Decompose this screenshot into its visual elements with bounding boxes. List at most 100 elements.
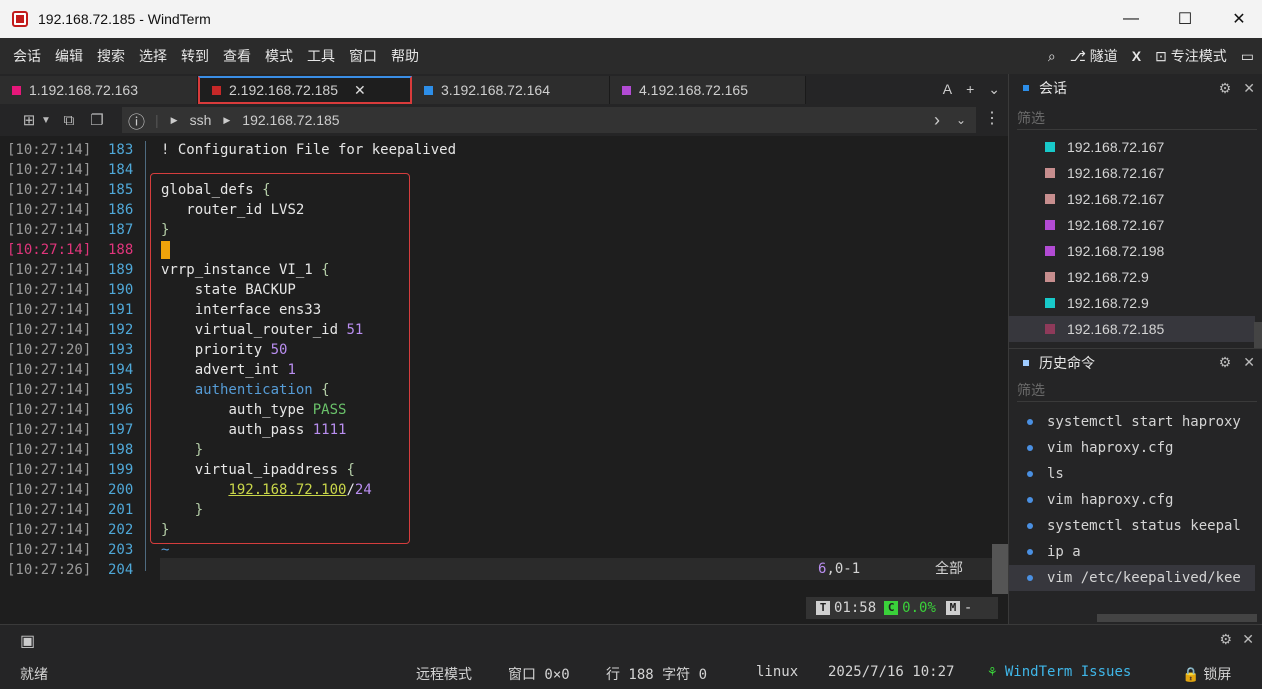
menu-edit[interactable]: 编辑 [48,46,90,66]
session-item[interactable]: 192.168.72.167 [1009,186,1255,212]
search-icon[interactable]: ⌕ [1048,48,1056,65]
history-item[interactable]: systemctl start haproxy [1009,409,1255,435]
time-icon: T [816,601,830,615]
tab-menu-button[interactable]: ⌄ [988,81,1000,98]
layout-icon[interactable]: ▭ [1241,48,1254,65]
menu-search[interactable]: 搜索 [90,46,132,66]
bullet-icon [1027,471,1033,477]
history-command: vim haproxy.cfg [1047,440,1174,456]
session-item[interactable]: 192.168.72.167 [1009,134,1255,160]
gear-icon[interactable]: ⚙ [1219,80,1232,97]
dropdown-icon[interactable]: ▼ [40,110,52,130]
session-color-icon [1045,194,1055,204]
x-button[interactable]: X [1132,48,1141,64]
issues-icon: ⚘ [988,664,997,680]
session-color-icon [1045,246,1055,256]
history-item[interactable]: systemctl status keepal [1009,513,1255,539]
tunnel-icon: ⎇ [1069,48,1086,64]
title-bar: 192.168.72.185 - WindTerm — ☐ ✕ [0,0,1262,38]
address-bar[interactable]: ⓘ | ▶ ssh ▶ 192.168.72.185 › ⌄ [122,107,976,133]
menu-session[interactable]: 会话 [6,46,48,66]
tab-3[interactable]: 3.192.168.72.164 [412,76,610,104]
tab-label: 3.192.168.72.164 [441,82,550,98]
sessions-scrollbar[interactable] [1254,322,1262,348]
history-panel-header: 历史命令 ⚙ ✕ [1009,348,1262,376]
tab-1[interactable]: 1.192.168.72.163 [0,76,198,104]
arrow-icon: ▶ [223,114,231,125]
close-icon[interactable]: ✕ [1242,631,1254,648]
gear-icon[interactable]: ⚙ [1219,354,1232,371]
tab-4[interactable]: 4.192.168.72.165 [610,76,806,104]
session-toolbar: ⊞ ▼ ⧉ ❐ ⓘ | ▶ ssh ▶ 192.168.72.185 › ⌄ ⋮ [0,104,1008,136]
tunnel-button[interactable]: ⎇ 隧道 [1070,46,1118,66]
session-label: 192.168.72.167 [1067,191,1165,207]
vim-cursor-col: ,0-1 [826,561,861,577]
sessions-filter-input[interactable]: 筛选 [1017,106,1257,130]
session-color-icon [1045,272,1055,282]
tab-label: 2.192.168.72.185 [229,82,338,98]
history-filter-input[interactable]: 筛选 [1017,378,1257,402]
history-item[interactable]: vim /etc/keepalived/kee [1009,565,1255,591]
sessions-panel-header: 会话 ⚙ ✕ [1009,74,1262,102]
status-os: linux [756,664,799,680]
session-item[interactable]: 192.168.72.167 [1009,212,1255,238]
tab-label: 1.192.168.72.163 [29,82,138,98]
info-icon[interactable]: ⓘ [128,108,145,133]
history-command: vim /etc/keepalived/kee [1047,570,1241,586]
history-item[interactable]: vim haproxy.cfg [1009,487,1255,513]
sessions-panel-title: 会话 [1039,80,1067,96]
lock-screen-button[interactable]: 🔒 锁屏 [1182,664,1231,684]
history-item[interactable]: vim haproxy.cfg [1009,435,1255,461]
menu-mode[interactable]: 模式 [258,46,300,66]
history-item[interactable]: ip a [1009,539,1255,565]
session-item[interactable]: 192.168.72.9 [1009,264,1255,290]
status-mode[interactable]: 远程模式 [416,664,472,684]
close-icon[interactable]: ✕ [1243,80,1255,97]
bullet-icon [1027,497,1033,503]
bullet-icon [1027,419,1033,425]
timestamp: [10:27:26] [7,562,92,578]
close-tab-icon[interactable]: ✕ [354,82,366,99]
bottom-panel: ▣ ⚙ ✕ [0,624,1262,656]
menu-select[interactable]: 选择 [132,46,174,66]
font-button[interactable]: A [943,81,952,97]
terminal-scrollbar[interactable] [992,544,1008,594]
session-item[interactable]: 192.168.72.167 [1009,160,1255,186]
history-item[interactable]: ls [1009,461,1255,487]
focus-mode-button[interactable]: ⊡ 专注模式 [1155,46,1227,66]
issues-link[interactable]: ⚘ WindTerm Issues [988,664,1131,680]
new-session-icon[interactable]: ⊞ [18,110,40,130]
gear-icon[interactable]: ⚙ [1219,631,1232,648]
timestamp: [10:27:14] [7,162,92,178]
minimize-button[interactable]: — [1108,0,1154,38]
tab-2[interactable]: 2.192.168.72.185 ✕ [198,76,412,104]
maximize-button[interactable]: ☐ [1162,0,1208,38]
bullet-icon [1027,445,1033,451]
history-hscrollbar[interactable] [1097,614,1257,622]
terminal-view[interactable]: [10:27:14] 183 [10:27:14] 184 [10:27:14] 185[… [0,138,1008,624]
tab-color-icon [212,85,221,95]
more-icon[interactable]: ⋮ [984,108,1000,128]
session-item[interactable]: 192.168.72.185 [1009,316,1255,342]
terminal-panel-icon[interactable]: ▣ [20,631,35,651]
open-session-icon[interactable]: ⧉ [58,110,80,130]
menu-view[interactable]: 查看 [216,46,258,66]
close-icon[interactable]: ✕ [1243,354,1255,371]
session-item[interactable]: 192.168.72.198 [1009,238,1255,264]
menu-window[interactable]: 窗口 [342,46,384,66]
chevron-down-icon[interactable]: ⌄ [956,113,966,127]
session-item[interactable]: 192.168.72.9 [1009,290,1255,316]
menu-help[interactable]: 帮助 [384,46,426,66]
new-tab-button[interactable]: + [966,81,974,97]
duplicate-session-icon[interactable]: ❐ [86,110,108,130]
session-info-bar: T 01:58 C 0.0% M - [806,597,998,619]
tab-color-icon [12,85,21,95]
panel-icon [1023,85,1029,91]
code-line: ! Configuration File for keepalived [161,142,457,158]
panel-icon [1023,359,1029,366]
session-label: 192.168.72.185 [1067,321,1165,337]
menu-tools[interactable]: 工具 [300,46,342,66]
menu-goto[interactable]: 转到 [174,46,216,66]
forward-icon[interactable]: › [934,110,940,131]
close-window-button[interactable]: ✕ [1216,0,1262,38]
